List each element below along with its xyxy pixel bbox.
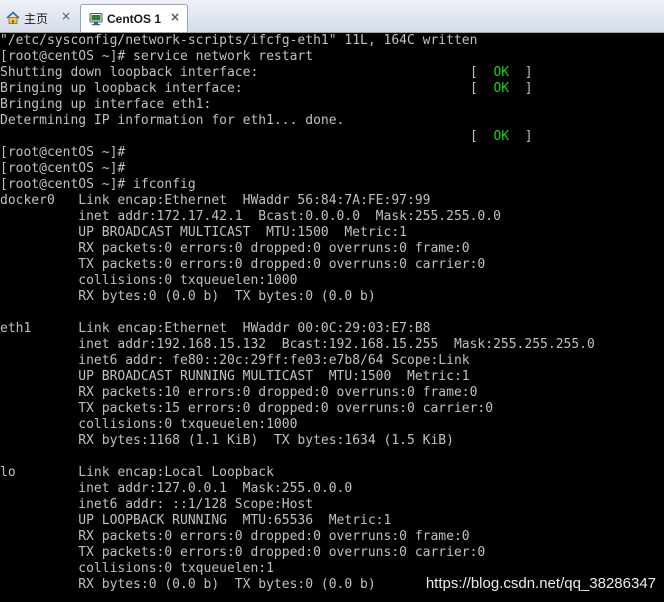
status-ok-badge: [ OK ] (470, 65, 533, 81)
terminal-line: [root@centOS ~]# (0, 161, 126, 176)
tab-home-label: 主页 (24, 11, 49, 26)
terminal-line: RX bytes:0 (0.0 b) TX bytes:0 (0.0 b) (0, 577, 376, 592)
terminal-line: inet6 addr: fe80::20c:29ff:fe03:e7b8/64 … (0, 353, 470, 368)
status-ok-badge: [ OK ] (470, 129, 533, 145)
terminal-line: collisions:0 txqueuelen:1 (0, 561, 274, 576)
terminal-line: TX packets:0 errors:0 dropped:0 overruns… (0, 545, 486, 560)
terminal-line: [root@centOS ~]# (0, 145, 126, 160)
terminal-line: Shutting down loopback interface: (0, 65, 259, 80)
terminal-line: collisions:0 txqueuelen:1000 (0, 417, 298, 432)
terminal-line: RX packets:0 errors:0 dropped:0 overruns… (0, 529, 470, 544)
tab-centos-1-label: CentOS 1 (107, 11, 162, 26)
status-ok-text: OK (493, 129, 510, 144)
tab-bar: 主页 × CentOS 1 × (0, 0, 664, 33)
terminal-line: RX packets:0 errors:0 dropped:0 overruns… (0, 241, 470, 256)
vm-icon (89, 12, 103, 26)
terminal-line: "/etc/sysconfig/network-scripts/ifcfg-et… (0, 33, 478, 48)
terminal-line: RX bytes:1168 (1.1 KiB) TX bytes:1634 (1… (0, 433, 454, 448)
terminal-line: [root@centOS ~]# service network restart (0, 49, 314, 64)
terminal-line: Bringing up loopback interface: (0, 81, 243, 96)
terminal-line: RX bytes:0 (0.0 b) TX bytes:0 (0.0 b) (0, 289, 376, 304)
status-ok-text: OK (493, 65, 510, 80)
terminal-line: Bringing up interface eth1: (0, 97, 212, 112)
status-bracket-close: ] (509, 129, 533, 144)
terminal-line: inet6 addr: ::1/128 Scope:Host (0, 497, 314, 512)
tab-home[interactable]: 主页 × (0, 4, 78, 32)
terminal-line: inet addr:172.17.42.1 Bcast:0.0.0.0 Mask… (0, 209, 501, 224)
status-bracket-close: ] (509, 65, 533, 80)
terminal-console[interactable]: "/etc/sysconfig/network-scripts/ifcfg-et… (0, 33, 664, 602)
terminal-line: collisions:0 txqueuelen:1000 (0, 273, 298, 288)
terminal-line: RX packets:10 errors:0 dropped:0 overrun… (0, 385, 478, 400)
status-bracket-open: [ (470, 81, 494, 96)
close-icon[interactable]: × (169, 11, 181, 23)
terminal-line: lo Link encap:Local Loopback (0, 465, 274, 480)
watermark: https://blog.csdn.net/qq_38286347 (425, 575, 656, 592)
status-bracket-open: [ (470, 129, 494, 144)
terminal-line: UP BROADCAST RUNNING MULTICAST MTU:1500 … (0, 369, 470, 384)
terminal-line: [root@centOS ~]# ifconfig (0, 177, 196, 192)
tab-centos-1[interactable]: CentOS 1 × (80, 4, 188, 32)
terminal-line: TX packets:15 errors:0 dropped:0 overrun… (0, 401, 494, 416)
terminal-line: eth1 Link encap:Ethernet HWaddr 00:0C:29… (0, 321, 431, 336)
home-icon (6, 11, 20, 25)
terminal-line: UP LOOPBACK RUNNING MTU:65536 Metric:1 (0, 513, 392, 528)
terminal-line: inet addr:127.0.0.1 Mask:255.0.0.0 (0, 481, 353, 496)
close-icon[interactable]: × (60, 10, 72, 22)
terminal-line: Determining IP information for eth1... d… (0, 113, 345, 128)
terminal-line: docker0 Link encap:Ethernet HWaddr 56:84… (0, 193, 431, 208)
terminal-line: inet addr:192.168.15.132 Bcast:192.168.1… (0, 337, 595, 352)
status-ok-text: OK (493, 81, 510, 96)
terminal-line: TX packets:0 errors:0 dropped:0 overruns… (0, 257, 486, 272)
status-bracket-open: [ (470, 65, 494, 80)
status-ok-badge: [ OK ] (470, 81, 533, 97)
status-bracket-close: ] (509, 81, 533, 96)
terminal-line: UP BROADCAST MULTICAST MTU:1500 Metric:1 (0, 225, 407, 240)
